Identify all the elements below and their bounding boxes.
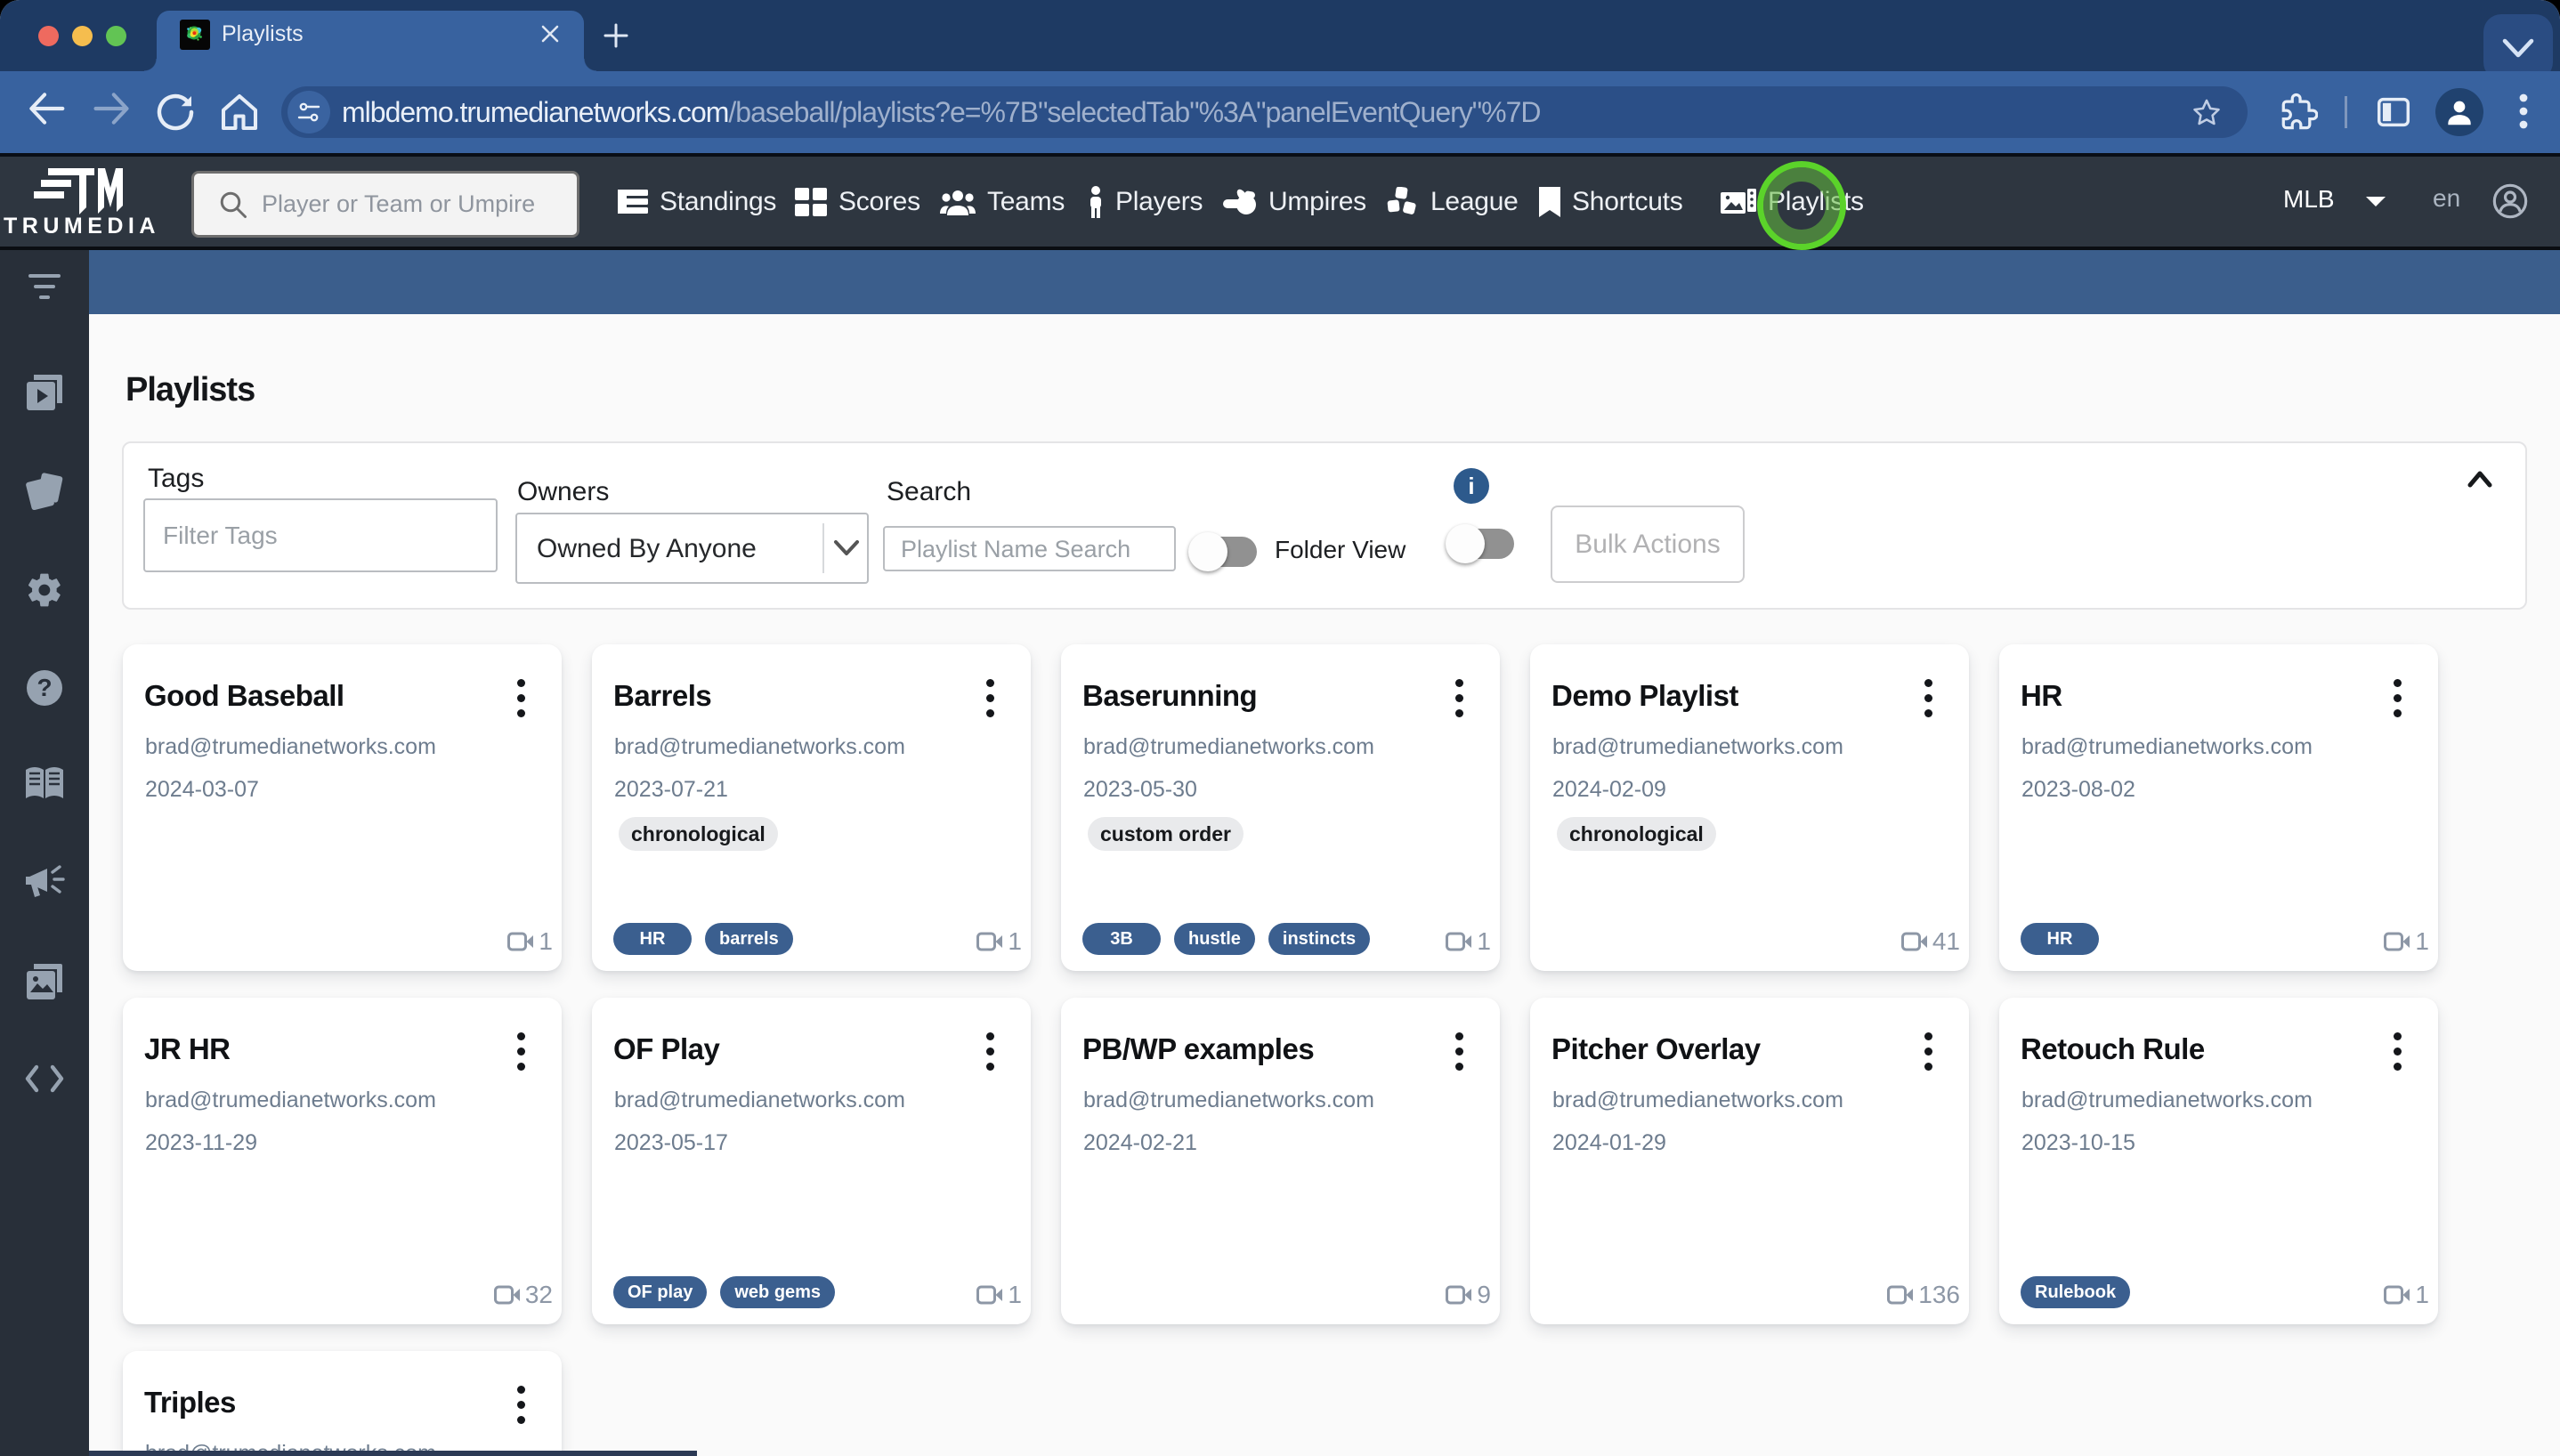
svg-text:?: ? [36, 674, 52, 701]
